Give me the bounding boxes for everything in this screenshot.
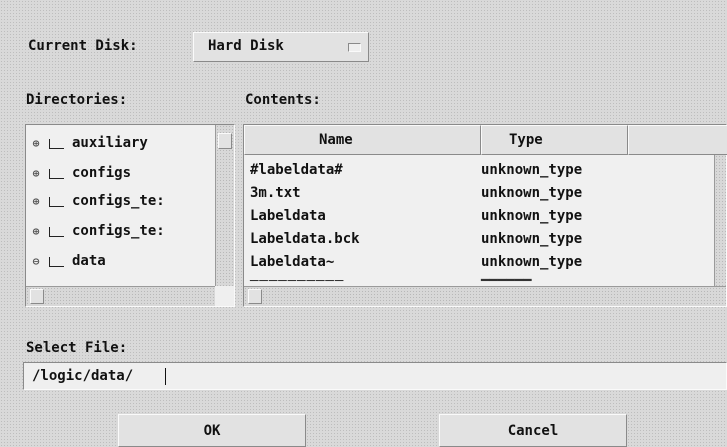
file-type: unknown_type: [481, 230, 583, 247]
file-name: 3m.txt: [250, 184, 301, 201]
expand-icon[interactable]: ⊕: [26, 167, 46, 180]
folder-icon: [46, 167, 68, 179]
scroll-thumb[interactable]: [30, 289, 44, 304]
current-disk-value: Hard Disk: [208, 38, 284, 54]
ok-button-label: OK: [203, 422, 221, 439]
folder-icon: [46, 195, 68, 207]
contents-hscrollbar[interactable]: [244, 286, 726, 306]
folder-icon: [46, 225, 68, 237]
select-file-value: /logic/data/: [32, 368, 134, 384]
expand-icon[interactable]: ⊕: [26, 137, 46, 150]
tree-item-label: configs: [72, 165, 132, 181]
tree-item-label: data: [72, 253, 106, 269]
cancel-button-label: Cancel: [507, 422, 559, 439]
table-row[interactable]: 3m.txt unknown_type: [244, 181, 582, 204]
table-row[interactable]: Labeldata~ unknown_type: [244, 250, 582, 273]
tree-item-configs[interactable]: ⊕ configs: [26, 161, 131, 185]
table-row[interactable]: Labeldata.bck unknown_type: [244, 227, 582, 250]
select-file-input[interactable]: /logic/data/: [23, 362, 727, 390]
directories-list: ⊕ auxiliary ⊕ configs ⊕ configs_te: ⊕ co…: [26, 125, 215, 286]
folder-icon: [46, 137, 68, 149]
collapse-icon[interactable]: ⊖: [26, 255, 46, 268]
directories-hscrollbar[interactable]: [26, 286, 215, 306]
tree-item-data[interactable]: ⊖ data: [26, 249, 106, 273]
file-name: Labeldata.bck: [250, 230, 360, 247]
file-type: unknown_type: [481, 184, 583, 201]
file-name: Labeldata~: [250, 253, 335, 270]
tree-item-label: auxiliary: [72, 135, 148, 151]
table-row-partial[interactable]: ▔▔▔▔▔▔▔▔▔▔ ▔▔▔▔▔▔: [244, 276, 532, 287]
file-type: unknown_type: [481, 207, 583, 224]
current-disk-selector[interactable]: Hard Disk: [193, 32, 369, 62]
select-file-label: Select File:: [26, 340, 128, 356]
directories-tree[interactable]: ⊕ auxiliary ⊕ configs ⊕ configs_te: ⊕ co…: [25, 124, 235, 307]
scroll-thumb[interactable]: [218, 133, 232, 149]
tree-item-label: configs_te:: [72, 223, 165, 239]
column-header-name-label: Name: [319, 132, 353, 148]
expand-icon[interactable]: ⊕: [26, 225, 46, 238]
column-header-type-label: Type: [509, 132, 543, 148]
table-row[interactable]: #labeldata# unknown_type: [244, 158, 582, 181]
tree-item-auxiliary[interactable]: ⊕ auxiliary: [26, 131, 148, 155]
file-name: #labeldata#: [250, 161, 343, 178]
column-header-type[interactable]: Type: [481, 125, 628, 155]
expand-icon[interactable]: ⊕: [26, 195, 46, 208]
contents-label: Contents:: [245, 92, 321, 108]
file-type: unknown_type: [481, 253, 583, 270]
file-type: unknown_type: [481, 161, 583, 178]
directories-vscrollbar[interactable]: [215, 125, 234, 286]
dropdown-indicator-icon: [348, 43, 361, 52]
file-name: Labeldata: [250, 207, 326, 224]
tree-item-label: configs_te:: [72, 193, 165, 209]
directories-label: Directories:: [26, 92, 128, 108]
contents-rows: #labeldata# unknown_type 3m.txt unknown_…: [244, 155, 714, 286]
tree-item-configs-te-1[interactable]: ⊕ configs_te:: [26, 189, 165, 213]
tree-item-configs-te-2[interactable]: ⊕ configs_te:: [26, 219, 165, 243]
column-header-name[interactable]: Name: [244, 125, 481, 155]
cancel-button[interactable]: Cancel: [439, 414, 627, 447]
scroll-thumb[interactable]: [248, 289, 262, 304]
current-disk-label: Current Disk:: [28, 38, 138, 54]
folder-open-icon: [46, 255, 68, 267]
contents-vscrollbar[interactable]: [714, 155, 726, 286]
column-header-blank: [628, 125, 727, 155]
contents-list[interactable]: Name Type #labeldata# unknown_type 3m.tx…: [243, 124, 727, 307]
ok-button[interactable]: OK: [118, 414, 306, 447]
text-cursor: [165, 368, 166, 385]
table-row[interactable]: Labeldata unknown_type: [244, 204, 582, 227]
